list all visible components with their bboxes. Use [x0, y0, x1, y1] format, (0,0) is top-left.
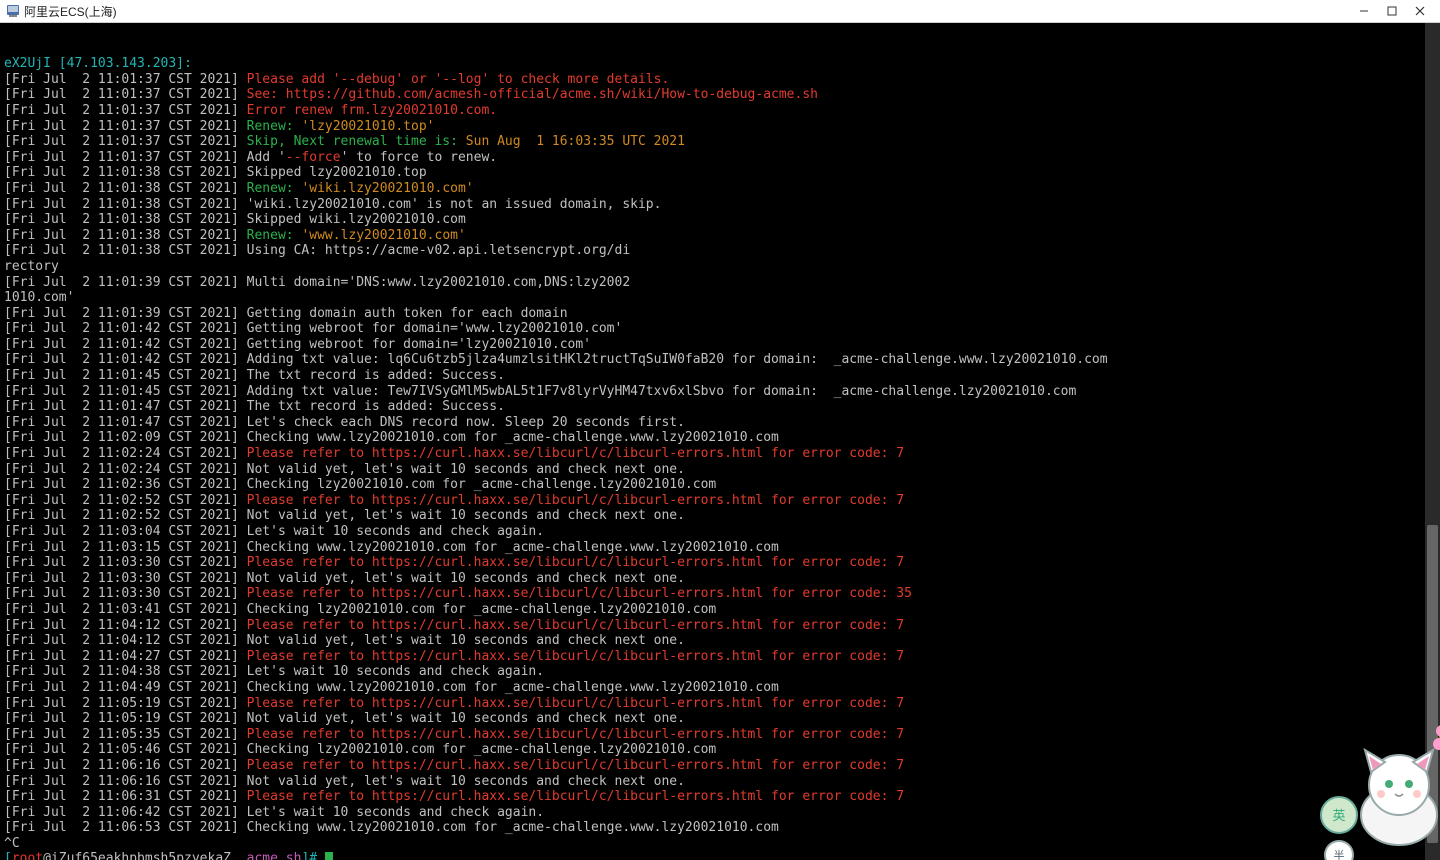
log-line: [Fri Jul 2 11:02:24 CST 2021] Please ref… — [4, 446, 1436, 462]
log-line: [Fri Jul 2 11:06:16 CST 2021] Please ref… — [4, 758, 1436, 774]
log-line: [Fri Jul 2 11:01:37 CST 2021] Add '--for… — [4, 150, 1436, 166]
ssh-header: eX2UjI [47.103.143.203]: — [4, 56, 1436, 72]
scrollbar-thumb[interactable] — [1427, 525, 1438, 843]
log-line: [Fri Jul 2 11:04:12 CST 2021] Not valid … — [4, 633, 1436, 649]
log-line: [Fri Jul 2 11:01:38 CST 2021] Using CA: … — [4, 243, 1436, 259]
log-line-wrap: 1010.com' — [4, 290, 1436, 306]
cursor — [325, 852, 333, 860]
terminal-content: eX2UjI [47.103.143.203]:[Fri Jul 2 11:01… — [4, 56, 1436, 860]
log-line: [Fri Jul 2 11:02:52 CST 2021] Please ref… — [4, 493, 1436, 509]
log-line: [Fri Jul 2 11:01:37 CST 2021] Please add… — [4, 72, 1436, 88]
log-line: [Fri Jul 2 11:05:46 CST 2021] Checking l… — [4, 742, 1436, 758]
log-line: [Fri Jul 2 11:04:12 CST 2021] Please ref… — [4, 618, 1436, 634]
log-line: [Fri Jul 2 11:01:42 CST 2021] Getting we… — [4, 337, 1436, 353]
titlebar[interactable]: 阿里云ECS(上海) — [0, 0, 1440, 23]
log-line: [Fri Jul 2 11:05:19 CST 2021] Please ref… — [4, 696, 1436, 712]
log-line: [Fri Jul 2 11:01:38 CST 2021] 'wiki.lzy2… — [4, 197, 1436, 213]
log-line: [Fri Jul 2 11:01:38 CST 2021] Renew: 'ww… — [4, 228, 1436, 244]
log-line: [Fri Jul 2 11:02:36 CST 2021] Checking l… — [4, 477, 1436, 493]
log-line: [Fri Jul 2 11:01:47 CST 2021] The txt re… — [4, 399, 1436, 415]
maximize-button[interactable] — [1378, 0, 1406, 22]
log-line: [Fri Jul 2 11:01:39 CST 2021] Getting do… — [4, 306, 1436, 322]
log-line: [Fri Jul 2 11:01:37 CST 2021] Skip, Next… — [4, 134, 1436, 150]
log-line: [Fri Jul 2 11:01:42 CST 2021] Getting we… — [4, 321, 1436, 337]
log-line: [Fri Jul 2 11:01:38 CST 2021] Skipped wi… — [4, 212, 1436, 228]
scrollbar[interactable] — [1425, 23, 1440, 860]
log-line: [Fri Jul 2 11:01:37 CST 2021] Renew: 'lz… — [4, 119, 1436, 135]
log-line: [Fri Jul 2 11:04:27 CST 2021] Please ref… — [4, 649, 1436, 665]
log-line: [Fri Jul 2 11:03:04 CST 2021] Let's wait… — [4, 524, 1436, 540]
log-line: [Fri Jul 2 11:06:31 CST 2021] Please ref… — [4, 789, 1436, 805]
log-line: [Fri Jul 2 11:02:52 CST 2021] Not valid … — [4, 508, 1436, 524]
interrupt-line: ^C — [4, 836, 1436, 852]
log-line: [Fri Jul 2 11:02:09 CST 2021] Checking w… — [4, 430, 1436, 446]
log-line: [Fri Jul 2 11:05:19 CST 2021] Not valid … — [4, 711, 1436, 727]
log-line: [Fri Jul 2 11:01:42 CST 2021] Adding txt… — [4, 352, 1436, 368]
log-line: [Fri Jul 2 11:03:15 CST 2021] Checking w… — [4, 540, 1436, 556]
log-line-wrap: rectory — [4, 259, 1436, 275]
log-line: [Fri Jul 2 11:01:45 CST 2021] The txt re… — [4, 368, 1436, 384]
minimize-button[interactable] — [1350, 0, 1378, 22]
log-line: [Fri Jul 2 11:01:37 CST 2021] Error rene… — [4, 103, 1436, 119]
shell-prompt[interactable]: [root@iZuf65eakhpbmsh5pzyekaZ .acme.sh]# — [4, 851, 1436, 860]
log-line: [Fri Jul 2 11:03:41 CST 2021] Checking l… — [4, 602, 1436, 618]
terminal[interactable]: eX2UjI [47.103.143.203]:[Fri Jul 2 11:01… — [0, 23, 1440, 860]
log-line: [Fri Jul 2 11:01:37 CST 2021] See: https… — [4, 87, 1436, 103]
log-line: [Fri Jul 2 11:03:30 CST 2021] Not valid … — [4, 571, 1436, 587]
log-line: [Fri Jul 2 11:05:35 CST 2021] Please ref… — [4, 727, 1436, 743]
log-line: [Fri Jul 2 11:06:42 CST 2021] Let's wait… — [4, 805, 1436, 821]
log-line: [Fri Jul 2 11:06:53 CST 2021] Checking w… — [4, 820, 1436, 836]
window-title: 阿里云ECS(上海) — [24, 3, 117, 20]
log-line: [Fri Jul 2 11:03:30 CST 2021] Please ref… — [4, 555, 1436, 571]
log-line: [Fri Jul 2 11:01:38 CST 2021] Renew: 'wi… — [4, 181, 1436, 197]
log-line: [Fri Jul 2 11:06:16 CST 2021] Not valid … — [4, 774, 1436, 790]
log-line: [Fri Jul 2 11:04:49 CST 2021] Checking w… — [4, 680, 1436, 696]
log-line: [Fri Jul 2 11:04:38 CST 2021] Let's wait… — [4, 664, 1436, 680]
log-line: [Fri Jul 2 11:01:38 CST 2021] Skipped lz… — [4, 165, 1436, 181]
log-line: [Fri Jul 2 11:01:39 CST 2021] Multi doma… — [4, 275, 1436, 291]
log-line: [Fri Jul 2 11:01:47 CST 2021] Let's chec… — [4, 415, 1436, 431]
log-line: [Fri Jul 2 11:01:45 CST 2021] Adding txt… — [4, 384, 1436, 400]
putty-icon — [6, 4, 20, 18]
close-button[interactable] — [1406, 0, 1434, 22]
log-line: [Fri Jul 2 11:02:24 CST 2021] Not valid … — [4, 462, 1436, 478]
app-window: 阿里云ECS(上海) eX2UjI [47.103.143.203]:[Fri … — [0, 0, 1440, 860]
log-line: [Fri Jul 2 11:03:30 CST 2021] Please ref… — [4, 586, 1436, 602]
